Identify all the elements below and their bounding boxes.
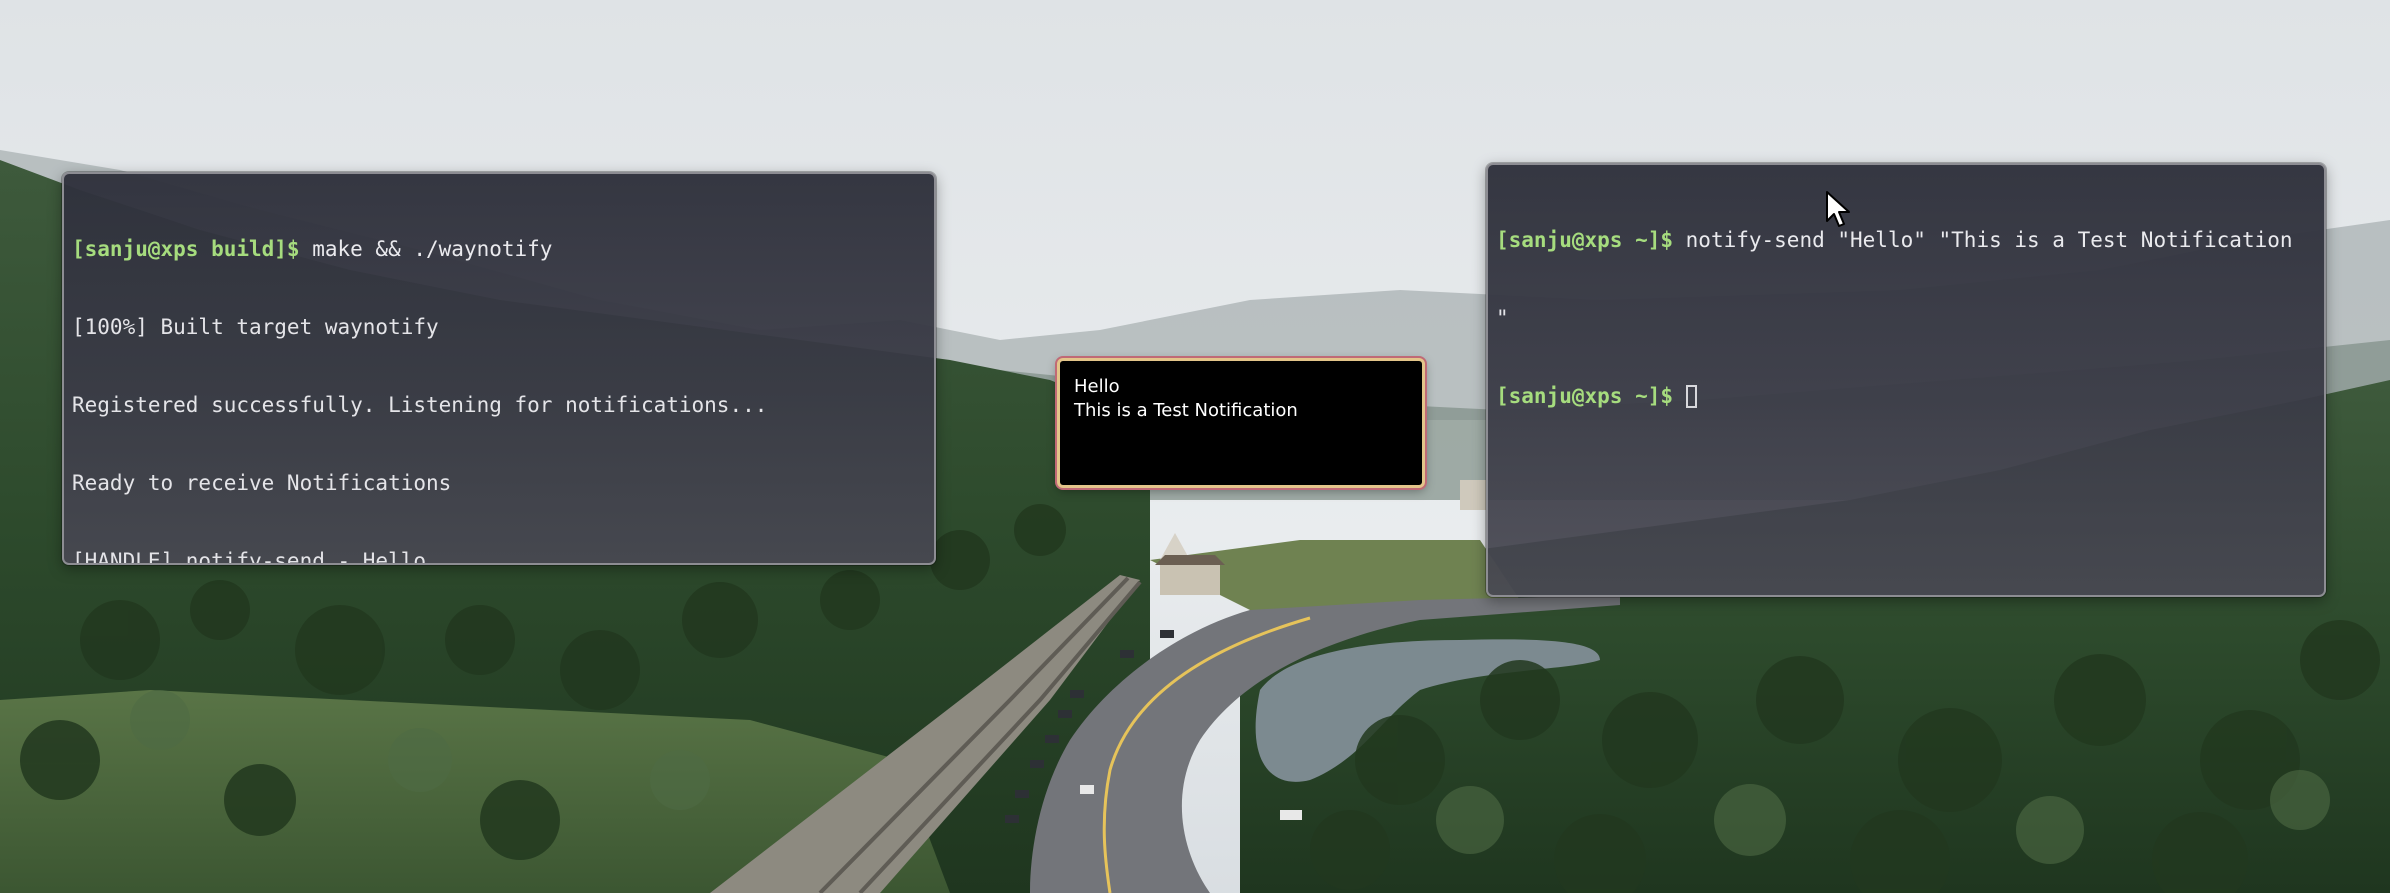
terminal-output-line: [100%] Built target waynotify <box>72 315 439 339</box>
terminal-output-line: Ready to receive Notifications <box>72 471 452 495</box>
terminal-output-line: [HANDLE] notify-send - Hello <box>72 549 427 565</box>
notification-body: This is a Test Notification <box>1074 400 1298 421</box>
shell-prompt: [sanju@xps build]$ <box>72 237 300 261</box>
shell-prompt: [sanju@xps ~]$ <box>1496 384 1674 408</box>
shell-prompt: [sanju@xps ~]$ <box>1496 228 1674 252</box>
shell-command <box>1673 384 1686 408</box>
terminal-window-notify-send[interactable]: [sanju@xps ~]$ notify-send "Hello" "This… <box>1486 163 2326 597</box>
terminal-window-waynotify[interactable]: [sanju@xps build]$ make && ./waynotify [… <box>62 172 936 565</box>
mouse-pointer-icon <box>1826 191 1850 227</box>
terminal-line: [sanju@xps ~]$ <box>1496 383 2316 409</box>
shell-command: notify-send "Hello" "This is a Test Noti… <box>1673 228 2293 252</box>
terminal-line: [sanju@xps ~]$ notify-send "Hello" "This… <box>1496 227 2316 253</box>
text-cursor <box>1685 385 1697 408</box>
terminal-line: [sanju@xps build]$ make && ./waynotify <box>72 236 926 262</box>
terminal-continuation-line: " <box>1496 306 1509 330</box>
shell-command: make && ./waynotify <box>299 237 553 261</box>
notification-popup[interactable]: Hello This is a Test Notification <box>1057 358 1425 488</box>
notification-summary: Hello <box>1074 376 1120 397</box>
terminal-output-line: Registered successfully. Listening for n… <box>72 393 768 417</box>
